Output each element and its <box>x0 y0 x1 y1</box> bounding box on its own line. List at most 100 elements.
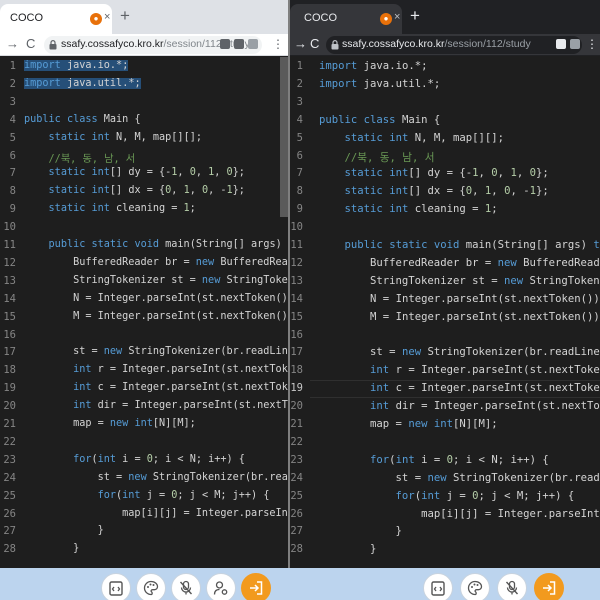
close-tab-icon[interactable]: × <box>394 11 400 23</box>
right-line-21[interactable]: 21 map = new int[N][M]; <box>290 418 600 436</box>
left-line-23[interactable]: 23 for(int i = 0; i < N; i++) { <box>0 454 290 472</box>
left-line-16[interactable]: 16 <box>0 329 290 347</box>
close-tab-icon[interactable]: × <box>104 11 110 23</box>
right-line-15[interactable]: 15 M = Integer.parseInt(st.nextToken()); <box>290 311 600 329</box>
right-line-14[interactable]: 14 N = Integer.parseInt(st.nextToken()); <box>290 293 600 311</box>
palette-button[interactable] <box>460 573 490 600</box>
left-line-3[interactable]: 3 <box>0 96 290 114</box>
right-line-12[interactable]: 12 BufferedReader br = new BufferedReade… <box>290 257 600 275</box>
left-line-25[interactable]: 25 for(int j = 0; j < M; j++) { <box>0 490 290 508</box>
left-line-10[interactable]: 10 <box>0 221 290 239</box>
address-bar[interactable]: ssafy.cossafyco.kro.kr/session/112/study <box>326 36 582 54</box>
left-line-4[interactable]: 4 public class Main { <box>0 114 290 132</box>
user-settings-button[interactable] <box>206 573 236 600</box>
leave-button[interactable] <box>241 573 271 600</box>
right-line-28[interactable]: 28 } <box>290 543 600 561</box>
right-line-3[interactable]: 3 <box>290 96 600 114</box>
left-line-2[interactable]: 2 import java.util.*; <box>0 77 290 96</box>
forward-icon[interactable]: → <box>294 36 307 52</box>
left-line-17[interactable]: 17 st = new StringTokenizer(br.readLine(… <box>0 346 290 364</box>
left-line-9[interactable]: 9 static int cleaning = 1; <box>0 203 290 221</box>
camera-icon[interactable] <box>220 39 230 49</box>
address-bar[interactable]: ssafy.cossafyco.kro.kr/session/112/study <box>44 36 262 54</box>
bookmark-icon[interactable] <box>248 39 258 49</box>
left-line-20[interactable]: 20 int dir = Integer.parseInt(st.nextTok… <box>0 400 290 418</box>
left-line-6[interactable]: 6 //북, 동, 남, 서 <box>0 150 290 168</box>
left-line-14[interactable]: 14 N = Integer.parseInt(st.nextToken()); <box>0 293 290 311</box>
right-line-2[interactable]: 2 import java.util.*; <box>290 78 600 96</box>
right-line-1[interactable]: 1 import java.io.*; <box>290 60 600 78</box>
left-line-24[interactable]: 24 st = new StringTokenizer(br.readLine(… <box>0 472 290 490</box>
right-line-22[interactable]: 22 <box>290 436 600 454</box>
right-line-7[interactable]: 7 static int[] dy = {-1, 0, 1, 0}; <box>290 167 600 185</box>
new-tab-button[interactable]: + <box>120 7 130 25</box>
left-line-12[interactable]: 12 BufferedReader br = new BufferedReade… <box>0 257 290 275</box>
left-line-7[interactable]: 7 static int[] dy = {-1, 0, 1, 0}; <box>0 167 290 185</box>
left-line-21[interactable]: 21 map = new int[N][M]; <box>0 418 290 436</box>
right-line-20[interactable]: 20 int dir = Integer.parseInt(st.nextTok… <box>290 400 600 418</box>
left-line-5[interactable]: 5 static int N, M, map[][]; <box>0 132 290 150</box>
right-line-24[interactable]: 24 st = new StringTokenizer(br.readLine(… <box>290 472 600 490</box>
line-number: 25 <box>3 489 16 502</box>
code-text: map[i][j] = Integer.parseInt(st.nex <box>421 507 600 520</box>
left-line-28[interactable]: 28 } <box>0 543 290 561</box>
left-line-8[interactable]: 8 static int[] dx = {0, 1, 0, -1}; <box>0 185 290 203</box>
right-line-27[interactable]: 27 } <box>290 525 600 543</box>
leave-button[interactable] <box>534 573 564 600</box>
right-code-editor[interactable]: 1 import java.io.*; 2 import java.util.*; 3 4… <box>290 57 600 568</box>
code-text: } <box>319 525 402 538</box>
right-line-13[interactable]: 13 StringTokenizer st = new StringTokeni… <box>290 275 600 293</box>
reload-icon[interactable]: C <box>310 36 319 52</box>
right-line-5[interactable]: 5 static int N, M, map[][]; <box>290 132 600 150</box>
left-line-11[interactable]: 11 public static void main(String[] args… <box>0 239 290 257</box>
left-line-15[interactable]: 15 M = Integer.parseInt(st.nextToken()); <box>0 311 290 329</box>
right-line-16[interactable]: 16 <box>290 329 600 347</box>
leave-icon <box>250 581 263 595</box>
left-line-26[interactable]: 26 map[i][j] = Integer.parseInt(st.next <box>0 508 290 526</box>
code-text: } <box>24 543 80 555</box>
code-text: static int cleaning = 1; <box>48 203 196 215</box>
code-share-button[interactable] <box>423 573 453 600</box>
url-path: /session/112/study <box>444 38 531 50</box>
left-code-editor[interactable]: 1 import java.io.*; 2 import java.util.*; 3 4… <box>0 57 290 568</box>
forward-icon[interactable]: → <box>6 36 19 52</box>
right-line-23[interactable]: 23 for(int i = 0; i < N; i++) { <box>290 454 600 472</box>
right-line-26[interactable]: 26 map[i][j] = Integer.parseInt(st.nex <box>290 508 600 526</box>
right-line-6[interactable]: 6 //북, 동, 남, 서 <box>290 150 600 168</box>
right-line-4[interactable]: 4 public class Main { <box>290 114 600 132</box>
camera-icon[interactable] <box>556 39 566 49</box>
left-line-19[interactable]: 19 int c = Integer.parseInt(st.nextToken… <box>0 382 290 400</box>
code-text: st = new StringTokenizer(br.readLine()); <box>73 346 290 358</box>
mic-button[interactable] <box>171 573 201 600</box>
right-line-11[interactable]: 11 public static void main(String[] args… <box>290 239 600 257</box>
palette-button[interactable] <box>136 573 166 600</box>
translate-icon[interactable] <box>234 39 244 49</box>
left-line-22[interactable]: 22 <box>0 436 290 454</box>
left-line-1[interactable]: 1 import java.io.*; <box>0 60 290 78</box>
code-text: for(int i = 0; i < N; i++) { <box>370 453 549 466</box>
translate-icon[interactable] <box>570 39 580 49</box>
left-line-27[interactable]: 27 } <box>0 525 290 543</box>
recording-icon: ● <box>380 13 392 25</box>
more-menu-icon[interactable]: ⋮ <box>272 37 284 51</box>
code-text: int r = Integer.parseInt(st.nextToken())… <box>73 364 290 376</box>
right-line-10[interactable]: 10 <box>290 221 600 239</box>
left-line-13[interactable]: 13 StringTokenizer st = new StringTokeni… <box>0 275 290 293</box>
line-number: 9 <box>296 203 303 216</box>
more-menu-icon[interactable]: ⋮ <box>586 37 598 51</box>
mic-button[interactable] <box>497 573 527 600</box>
reload-icon[interactable]: C <box>26 36 35 52</box>
right-line-8[interactable]: 8 static int[] dx = {0, 1, 0, -1}; <box>290 185 600 203</box>
right-line-19[interactable]: 19 int c = Integer.parseInt(st.nextToken… <box>290 380 600 400</box>
tab-coco[interactable]: COCO ● × <box>0 4 112 34</box>
right-line-25[interactable]: 25 for(int j = 0; j < M; j++) { <box>290 490 600 508</box>
code-text: } <box>24 525 104 537</box>
right-line-9[interactable]: 9 static int cleaning = 1; <box>290 203 600 221</box>
new-tab-button[interactable]: + <box>410 7 420 25</box>
code-share-button[interactable] <box>101 573 131 600</box>
left-line-18[interactable]: 18 int r = Integer.parseInt(st.nextToken… <box>0 364 290 382</box>
right-line-17[interactable]: 17 st = new StringTokenizer(br.readLine(… <box>290 346 600 364</box>
tab-coco[interactable]: COCO ● × <box>290 4 402 34</box>
line-number: 23 <box>290 453 303 466</box>
code-text: BufferedReader br = new BufferedReader(n… <box>73 256 290 268</box>
